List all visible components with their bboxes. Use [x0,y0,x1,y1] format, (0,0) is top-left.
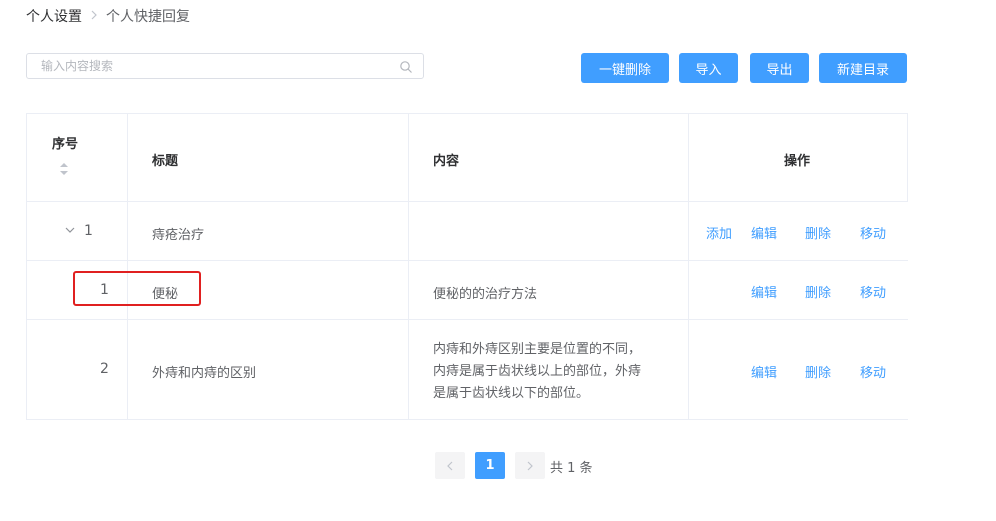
delete-link[interactable]: 删除 [805,223,831,242]
edit-link[interactable]: 编辑 [751,282,777,301]
column-header-actions: 操作 [784,154,811,169]
column-header-title: 标题 [152,154,179,169]
new-folder-button[interactable]: 新建目录 [819,53,907,83]
column-divider [408,114,409,420]
delete-link[interactable]: 删除 [805,282,831,301]
column-divider [127,114,128,420]
breadcrumb-parent[interactable]: 个人设置 [26,6,82,26]
column-divider [907,114,908,202]
column-divider [688,114,689,420]
sort-icon[interactable] [59,161,69,180]
edit-link[interactable]: 编辑 [751,362,777,381]
move-link[interactable]: 移动 [860,362,886,381]
breadcrumb-current: 个人快捷回复 [106,9,190,25]
row-index: 2 [100,361,109,377]
row-content: 便秘的的治疗方法 [433,287,538,302]
chevron-right-icon [90,9,98,24]
search-input[interactable] [27,54,401,78]
content-line: 内痔和外痔区别主要是位置的不同， [433,342,642,357]
row-title: 外痔和内痔的区别 [152,366,257,381]
row-content: 内痔和外痔区别主要是位置的不同， 内痔是属于齿状线以上的部位，外痔 是属于齿状线… [433,339,641,405]
row-title: 痔疮治疗 [152,228,205,243]
row-divider [27,201,908,202]
search-icon[interactable] [399,59,413,73]
reply-table: 序号 标题 内容 操作 1 痔疮治疗 添加 编辑 删除 移动 1 便秘 便秘的的… [26,113,908,420]
breadcrumb: 个人设置 个人快捷回复 [26,6,190,26]
page-number-button[interactable]: 1 [475,452,505,479]
edit-link[interactable]: 编辑 [751,223,777,242]
content-line: 是属于齿状线以下的部位。 [433,386,590,401]
content-line: 内痔是属于齿状线以上的部位，外痔 [433,364,642,379]
row-divider [27,319,908,320]
expand-icon[interactable] [65,223,75,238]
import-button[interactable]: 导入 [679,53,738,83]
row-index: 1 [84,223,93,239]
column-header-content: 内容 [433,154,460,169]
add-link[interactable]: 添加 [706,223,732,242]
export-button[interactable]: 导出 [750,53,809,83]
column-header-index: 序号 [52,137,79,152]
delete-link[interactable]: 删除 [805,362,831,381]
pagination-total: 共 1 条 [550,461,593,476]
move-link[interactable]: 移动 [860,223,886,242]
row-divider [27,419,908,420]
prev-page-button[interactable] [435,452,465,479]
bulk-delete-button[interactable]: 一键删除 [581,53,669,83]
next-page-button[interactable] [515,452,545,479]
move-link[interactable]: 移动 [860,282,886,301]
highlight-box [73,271,201,306]
search-box [26,53,424,79]
row-divider [27,260,908,261]
